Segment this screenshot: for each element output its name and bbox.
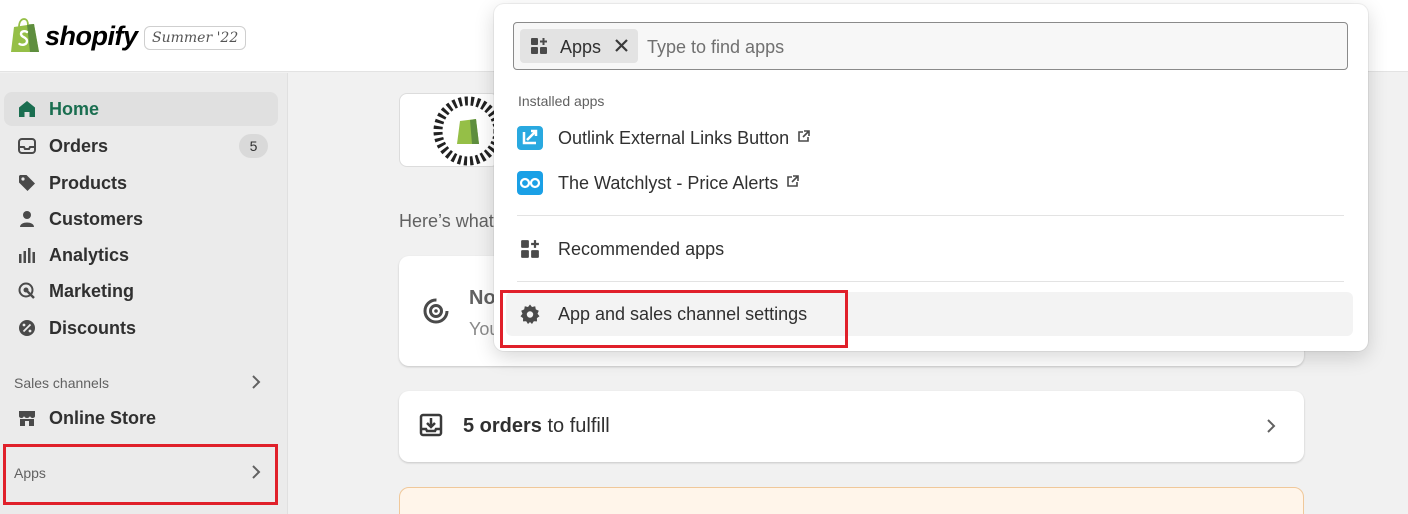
inbox-download-icon	[419, 413, 443, 437]
shopify-bag-icon	[11, 18, 39, 52]
shopify-editions-badge-icon	[433, 96, 498, 166]
app-name: The Watchlyst - Price Alerts	[558, 173, 779, 193]
apps-plus-icon	[521, 240, 539, 258]
apps-chip-label: Apps	[560, 37, 602, 57]
target-icon	[18, 282, 35, 299]
sidebar-item-label: Products	[49, 173, 128, 193]
warning-banner	[399, 487, 1304, 514]
sales-channels-label: Sales channels	[14, 375, 109, 391]
sidebar-item-label: Online Store	[49, 408, 157, 428]
chevron-right-icon[interactable]	[250, 374, 262, 390]
person-icon	[20, 211, 34, 227]
orders-count-text: 5 orders	[463, 415, 542, 437]
discount-icon	[19, 320, 35, 336]
sidebar-item-label: Analytics	[49, 245, 130, 265]
sidebar-item-label: Customers	[49, 209, 144, 229]
external-link-icon	[798, 130, 810, 142]
sidebar-item-label: Marketing	[49, 281, 135, 301]
orders-inbox-icon	[18, 138, 36, 154]
sidebar-item-label: Orders	[49, 136, 109, 156]
apps-highlight-box	[3, 444, 278, 505]
apps-grid-icon	[531, 38, 547, 54]
sidebar-item-orders[interactable]: Orders 5	[4, 129, 278, 163]
fulfill-suffix: to fulfill	[541, 415, 610, 437]
installed-apps-label: Installed apps	[518, 93, 605, 109]
divider	[517, 281, 1344, 282]
sidebar-item-customers[interactable]: Customers	[4, 202, 278, 236]
app-name: Outlink External Links Button	[558, 128, 790, 148]
sidebar-item-label: Home	[49, 99, 100, 119]
shopify-logo[interactable]: shopify	[8, 18, 138, 54]
edition-badge[interactable]: Summer '22	[144, 26, 247, 50]
app-row-outlink[interactable]: Outlink External Links Button	[506, 118, 1353, 158]
sidebar-item-analytics[interactable]: Analytics	[4, 238, 278, 272]
sidebar-item-home[interactable]: Home	[4, 92, 278, 126]
sidebar-item-discounts[interactable]: Discounts	[4, 311, 278, 345]
home-icon	[19, 101, 35, 117]
app-row-watchlyst[interactable]: The Watchlyst - Price Alerts	[506, 163, 1353, 203]
tag-icon	[19, 175, 35, 191]
shopify-wordmark: shopify	[45, 20, 138, 51]
sidebar-item-marketing[interactable]: Marketing	[4, 274, 278, 308]
external-link-icon	[787, 175, 800, 187]
app-row-label: Outlink External Links Button	[558, 128, 810, 149]
divider	[517, 215, 1344, 216]
sidebar-item-online-store[interactable]: Online Store	[4, 401, 278, 435]
intro-text: Here’s what’	[399, 211, 498, 231]
settings-highlight-box	[500, 290, 848, 348]
sidebar-item-products[interactable]: Products	[4, 166, 278, 200]
sidebar-item-label: Discounts	[49, 318, 137, 338]
recommended-apps-label: Recommended apps	[558, 239, 725, 259]
app-search-box: Apps	[513, 22, 1348, 70]
recommended-apps-row[interactable]: Recommended apps	[506, 229, 1353, 269]
editions-card[interactable]	[399, 93, 499, 167]
orders-to-fulfill-text: 5 orders to fulfill	[463, 415, 610, 438]
watchlyst-app-icon	[517, 171, 543, 195]
radar-icon	[423, 298, 449, 324]
card-heading: No	[469, 287, 496, 309]
apps-filter-chip[interactable]: Apps	[520, 29, 638, 63]
chevron-right-icon[interactable]	[1265, 418, 1277, 434]
app-row-label: The Watchlyst - Price Alerts	[558, 173, 800, 194]
orders-count-badge: 5	[239, 134, 268, 158]
store-icon	[19, 411, 35, 426]
close-icon[interactable]	[613, 37, 630, 54]
bar-chart-icon	[19, 248, 35, 263]
outlink-app-icon	[517, 126, 543, 150]
app-search-input[interactable]	[647, 33, 1337, 61]
orders-to-fulfill-card[interactable]: 5 orders to fulfill	[399, 391, 1304, 462]
